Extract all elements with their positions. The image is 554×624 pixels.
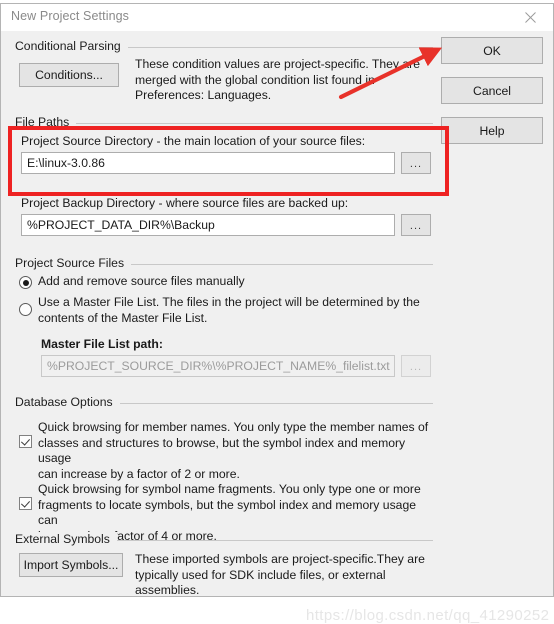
cancel-button[interactable]: Cancel [441, 77, 543, 104]
import-symbols-button[interactable]: Import Symbols... [19, 553, 123, 577]
close-icon[interactable] [508, 4, 553, 30]
group-divider-file-paths [15, 123, 433, 124]
radio-add-remove-manually-label: Add and remove source files manually [38, 274, 245, 288]
conditional-parsing-description: These condition values are project-speci… [135, 57, 420, 103]
file-paths-title: File Paths [15, 115, 77, 129]
conditional-parsing-title: Conditional Parsing [15, 39, 128, 53]
radio-add-remove-manually[interactable] [19, 276, 32, 289]
window-title: New Project Settings [11, 9, 130, 23]
radio-use-master-file-list[interactable] [19, 303, 32, 316]
conditions-button[interactable]: Conditions... [19, 63, 119, 87]
backup-directory-browse-button[interactable]: ... [401, 214, 431, 236]
dialog-body: OK Cancel Help Conditional Parsing Condi… [1, 31, 553, 624]
watermark-text: https://blog.csdn.net/qq_41290252 [306, 607, 550, 624]
checkbox-quick-browsing-member-names-label: Quick browsing for member names. You onl… [38, 420, 429, 481]
external-symbols-description: These imported symbols are project-speci… [135, 552, 425, 598]
checkbox-quick-browsing-name-fragments[interactable] [19, 497, 32, 510]
ok-button[interactable]: OK [441, 37, 543, 64]
master-file-list-path-input[interactable]: %PROJECT_SOURCE_DIR%\%PROJECT_NAME%_file… [41, 355, 395, 377]
project-source-files-title: Project Source Files [15, 256, 132, 270]
external-symbols-title: External Symbols [15, 532, 117, 546]
new-project-settings-dialog: New Project Settings OK Cancel Help Cond… [0, 3, 554, 624]
master-file-list-browse-button[interactable]: ... [401, 355, 431, 377]
source-directory-input[interactable]: E:\linux-3.0.86 [21, 152, 395, 174]
backup-directory-label: Project Backup Directory - where source … [21, 196, 349, 210]
source-directory-browse-button[interactable]: ... [401, 152, 431, 174]
master-file-list-path-label: Master File List path: [41, 337, 163, 351]
checkbox-quick-browsing-member-names[interactable] [19, 435, 32, 448]
source-directory-label: Project Source Directory - the main loca… [21, 134, 366, 148]
backup-directory-input[interactable]: %PROJECT_DATA_DIR%\Backup [21, 214, 395, 236]
title-bar: New Project Settings [1, 4, 553, 32]
database-options-title: Database Options [15, 395, 120, 409]
radio-use-master-file-list-label: Use a Master File List. The files in the… [38, 295, 420, 325]
help-button[interactable]: Help [441, 117, 543, 144]
